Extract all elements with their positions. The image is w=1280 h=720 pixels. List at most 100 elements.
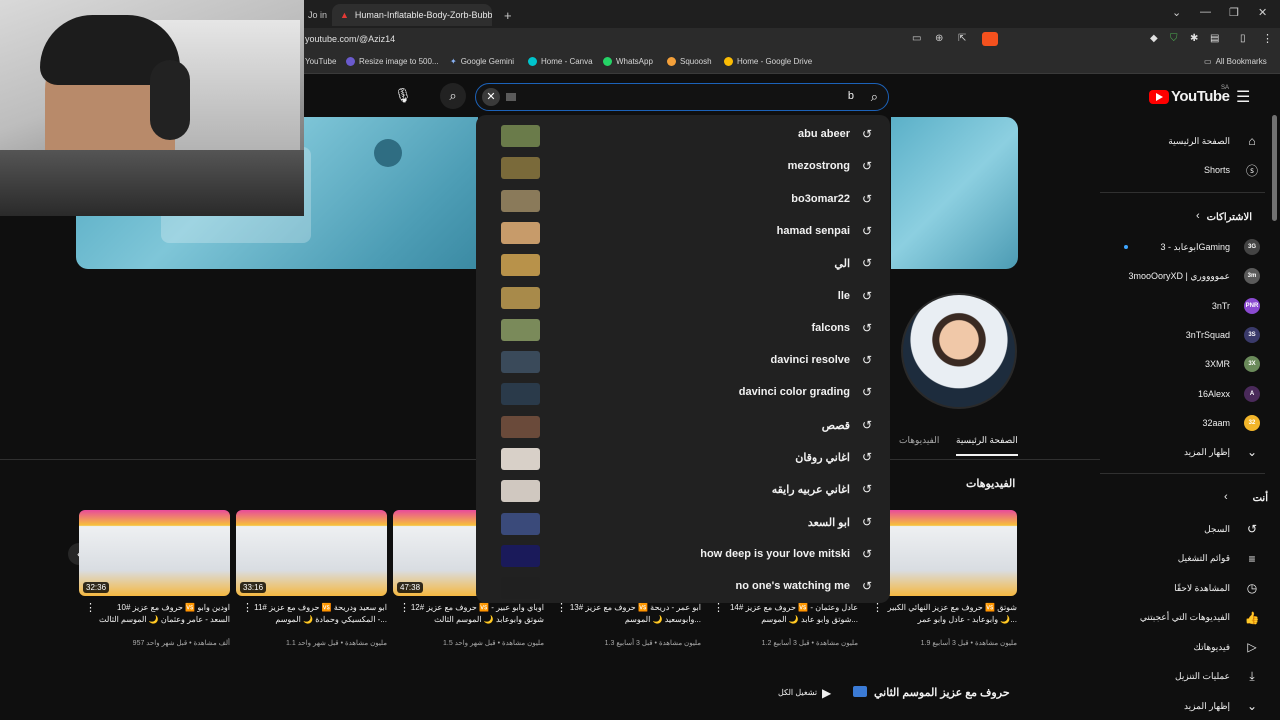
cast-icon[interactable]: ▭ <box>912 33 921 44</box>
sidebar-subscription-item[interactable]: 3XMR 3X <box>1100 351 1270 377</box>
search-suggestion-item[interactable]: how deep is your love mitski ↺ <box>476 539 890 571</box>
search-suggestion-item[interactable]: bo3omar22 ↺ <box>476 184 890 216</box>
sidebar-item-main[interactable]: Shorts ⓢ <box>1100 157 1270 183</box>
search-suggestion-item[interactable]: hamad senpai ↺ <box>476 216 890 248</box>
canva-icon <box>528 57 537 66</box>
channel-avatar-icon: 3m <box>1244 268 1260 285</box>
video-menu-icon[interactable]: ⋮ <box>399 601 410 614</box>
zoom-icon[interactable]: ⊕ <box>935 33 943 44</box>
sidebar-subscription-item[interactable]: 32aam 32 <box>1100 410 1270 436</box>
minimize-button[interactable]: — <box>1200 6 1211 18</box>
menu-icon[interactable]: ⋮ <box>1262 32 1273 45</box>
search-submit-icon[interactable]: ⌕ <box>871 89 878 105</box>
video-thumbnail[interactable]: 32:36 <box>79 510 230 596</box>
channel-banner-right <box>891 117 1018 269</box>
browser-tab[interactable]: Jo in <box>300 4 330 26</box>
bookmark-canva[interactable]: Home - Canva <box>528 57 593 66</box>
sidebar-divider <box>1100 473 1265 474</box>
video-thumbnail[interactable]: 33:16 <box>236 510 387 596</box>
puzzle-icon[interactable]: ✱ <box>1190 33 1198 44</box>
sidebar-you-item[interactable]: السجل ↺ <box>1100 516 1270 542</box>
clear-search-icon[interactable]: ✕ <box>482 88 500 106</box>
video-meta: 957 ألف مشاهدة • قبل شهر واحد <box>132 640 230 647</box>
channel-avatar[interactable] <box>901 293 1017 409</box>
search-suggestion-item[interactable]: davinci resolve ↺ <box>476 345 890 377</box>
maximize-button[interactable]: ❐ <box>1229 6 1239 19</box>
bookmark-drive[interactable]: Home - Google Drive <box>724 57 812 66</box>
play-all-button[interactable]: تشغيل الكل <box>778 688 817 697</box>
video-title[interactable]: حروف مع عزيز النهائي الكبير 🆚 شوتق وابوع… <box>882 602 1017 626</box>
pdf-icon: ▲ <box>340 10 349 20</box>
shield-icon[interactable]: ⛉ <box>1170 33 1178 44</box>
tab-videos[interactable]: الفيديوهات <box>899 435 939 446</box>
play-icon[interactable]: ▶ <box>822 686 831 700</box>
drive-icon <box>724 57 733 66</box>
sidebar-subscription-item[interactable]: ابوعابد - 3Gaming 3G <box>1100 234 1270 260</box>
sidebar-subscription-item[interactable]: 3nTrSquad 3S <box>1100 322 1270 348</box>
you-heading[interactable]: أنت <box>1253 493 1268 504</box>
sidepanel-icon[interactable]: ▤ <box>1210 33 1219 44</box>
download-icon: ⤓ <box>1249 669 1255 683</box>
suggestion-thumbnail <box>501 157 540 180</box>
browser-tab-active[interactable]: ▲ Human-Inflatable-Body-Zorb-Bubble <box>332 4 492 26</box>
videos-heading: الفيديوهات <box>966 478 1016 490</box>
video-title[interactable]: حروف مع عزيز #14 🆚 عادل وعثمان - شوتق وا… <box>723 602 858 626</box>
video-title[interactable]: حروف مع عزيز #11 🆚 ابو سعيد ودريحة - الم… <box>252 602 387 626</box>
mic-icon[interactable]: 🎙 <box>394 87 412 105</box>
sidebar-you-item[interactable]: فيديوهاتك ▷ <box>1100 634 1270 660</box>
bookmark-whatsapp[interactable]: WhatsApp <box>603 57 653 66</box>
bookmark-resize[interactable]: Resize image to 500... <box>346 57 439 66</box>
search-suggestion-item[interactable]: lle ↺ <box>476 281 890 313</box>
video-menu-icon[interactable]: ⋮ <box>242 601 253 614</box>
search-suggestion-item[interactable]: قصص ↺ <box>476 410 890 442</box>
video-meta: 1.2 مليون مشاهدة • قبل 3 أسابيع <box>761 640 858 647</box>
url-field[interactable]: youtube.com/@Aziz14 <box>305 34 395 44</box>
video-title[interactable]: حروف مع عزيز #12 🆚 اوباي وابو عبير - شوت… <box>409 602 544 626</box>
bookmark-youtube[interactable]: YouTube <box>305 57 336 66</box>
search-suggestion-item[interactable]: ابو السعد ↺ <box>476 507 890 539</box>
extension-icon[interactable] <box>982 32 998 46</box>
search-box[interactable]: ✕ b ⌕ <box>475 83 889 111</box>
sidebar-subscription-item[interactable]: 3mooOoryXD | عمووووري 3m <box>1100 263 1270 289</box>
video-title[interactable]: حروف مع عزيز #10 🆚 اودين وابو السعد - عا… <box>95 602 230 626</box>
sidebar-item-label: 3mooOoryXD | عمووووري <box>1128 270 1230 281</box>
history-icon: ↺ <box>861 223 873 238</box>
video-menu-icon[interactable]: ⋮ <box>85 601 96 614</box>
bookmark-squoosh[interactable]: Squoosh <box>667 57 712 66</box>
tab-search-icon[interactable]: ⌄ <box>1172 6 1181 19</box>
diamond-icon[interactable]: ◆ <box>1150 33 1158 44</box>
sidebar-subscription-item[interactable]: 3nTr PNR <box>1100 293 1270 319</box>
bookmark-gemini[interactable]: ✦ Google Gemini <box>450 57 514 66</box>
close-window-button[interactable]: ✕ <box>1258 6 1267 19</box>
search-suggestion-item[interactable]: الي ↺ <box>476 248 890 280</box>
sidebar-you-item[interactable]: الفيديوهات التي أعجبتني 👍 <box>1100 605 1270 631</box>
new-tab-button[interactable]: + <box>496 4 516 26</box>
sidebar-item-main[interactable]: الصفحة الرئيسية ⌂ <box>1100 128 1270 154</box>
search-suggestion-item[interactable]: mezostrong ↺ <box>476 151 890 183</box>
search-input[interactable]: b <box>848 90 854 102</box>
sidebar-you-item[interactable]: قوائم التشغيل ≡ <box>1100 546 1270 572</box>
history-icon: ↺ <box>861 127 873 141</box>
sidebar-you-item[interactable]: إظهار المزيد ⌄ <box>1100 693 1270 719</box>
sidebar-show-more[interactable]: إظهار المزيد ⌄ <box>1100 439 1270 465</box>
suggestion-thumbnail <box>501 221 540 244</box>
suggestion-text: ابو السعد <box>807 516 850 529</box>
sidebar-you-item[interactable]: المشاهدة لاحقًا ◷ <box>1100 575 1270 601</box>
search-suggestion-item[interactable]: abu abeer ↺ <box>476 119 890 151</box>
search-suggestion-item[interactable]: اغاني روقان ↺ <box>476 442 890 474</box>
sidebar-you-item[interactable]: عمليات التنزيل ⤓ <box>1100 664 1270 690</box>
resize-icon <box>346 57 355 66</box>
all-bookmarks[interactable]: ▭ All Bookmarks <box>1204 57 1267 66</box>
search-icon[interactable]: ⌕ <box>440 83 466 109</box>
search-suggestion-item[interactable]: اغاني عربيه رايقه ↺ <box>476 474 890 506</box>
search-suggestion-item[interactable]: no one's watching me ↺ <box>476 571 890 603</box>
search-suggestion-item[interactable]: davinci color grading ↺ <box>476 377 890 409</box>
share-icon[interactable]: ⇱ <box>958 33 966 44</box>
sidebar-scrollbar[interactable] <box>1272 115 1277 221</box>
video-title[interactable]: حروف مع عزيز #13 🆚 ابو عمر - دريحة وابوس… <box>566 602 701 626</box>
reading-list-icon[interactable]: ▯ <box>1240 33 1246 44</box>
subscriptions-heading[interactable]: الاشتراكات <box>1207 212 1252 223</box>
tab-home[interactable]: الصفحة الرئيسية <box>956 435 1018 456</box>
search-suggestion-item[interactable]: falcons ↺ <box>476 313 890 345</box>
sidebar-subscription-item[interactable]: 16Alexx A <box>1100 381 1270 407</box>
